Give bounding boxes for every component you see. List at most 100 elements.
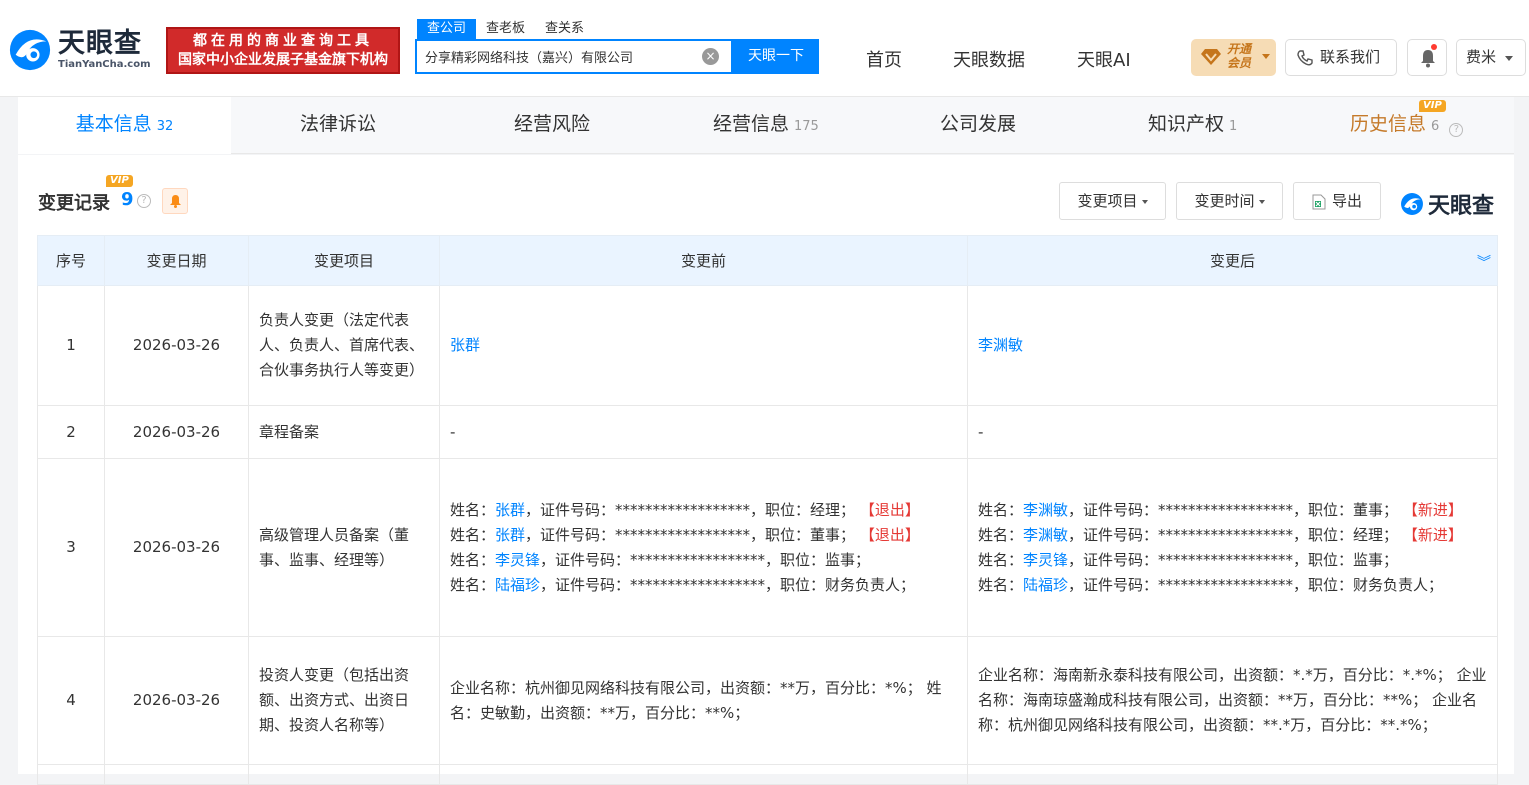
col-header-item: 变更项目 [248, 235, 440, 286]
cell-no: 2 [37, 405, 105, 459]
company-tabs: 基本信息 32 法律诉讼 经营风险 经营信息 175 公司发展 知识产权 1 历史信息… [18, 97, 1514, 154]
user-menu-button[interactable]: 费米 [1456, 39, 1526, 76]
chevron-down-icon [1505, 56, 1513, 61]
filter-label: 变更时间 [1194, 192, 1255, 210]
promo-banner[interactable]: 都在用的商业查询工具 国家中小企业发展子基金旗下机构 [166, 27, 400, 74]
person-line: 姓名：李渊敏，证件号码：******************，职位：经理； 【新… [978, 523, 1487, 548]
cell-after: - [967, 405, 1498, 459]
search-box: × [415, 39, 733, 74]
tab-development[interactable]: 公司发展 [940, 97, 1016, 154]
line-prefix: 姓名： [450, 550, 496, 569]
line-detail: ，证件号码：******************，职位：董事； [1068, 500, 1399, 519]
line-detail: ，证件号码：******************，职位：监事； [540, 550, 871, 569]
table-row: 2 2026-03-26 章程备案 - - [37, 405, 1498, 459]
status-tag: 【退出】 [859, 525, 920, 544]
cell-date: 2026-03-26 [104, 405, 249, 459]
person-link[interactable]: 李渊敏 [1023, 501, 1068, 519]
person-line: 姓名：李渊敏，证件号码：******************，职位：董事； 【新… [978, 498, 1487, 523]
brand-watermark: 天眼查 [1400, 188, 1494, 220]
chevron-down-icon [1141, 199, 1148, 204]
notification-button[interactable] [1407, 39, 1447, 76]
person-link[interactable]: 李灵锋 [495, 551, 540, 569]
vip-open-button[interactable]: 开通 会员 [1191, 39, 1276, 76]
nav-data[interactable]: 天眼数据 [953, 46, 1025, 72]
line-detail: ，证件号码：******************，职位：财务负责人； [1068, 575, 1444, 594]
vip-label-1: 开通 [1227, 42, 1252, 56]
table-row: 1 2026-03-26 负责人变更（法定代表人、负责人、首席代表、合伙事务执行… [37, 285, 1498, 406]
person-line: 姓名：陆福珍，证件号码：******************，职位：财务负责人； [978, 573, 1487, 598]
table-header-row: 序号 变更日期 变更项目 变更前 变更后 ︾ [37, 235, 1498, 286]
tab-label: 基本信息 [75, 113, 152, 135]
tianyancha-logo[interactable]: 天眼查 TianYanCha.com [8, 28, 151, 72]
person-line: 姓名：张群，证件号码：******************，职位：经理； 【退出… [450, 498, 957, 523]
promo-line-2: 国家中小企业发展子基金旗下机构 [178, 52, 388, 68]
bell-icon [1421, 50, 1435, 68]
search-tab-company[interactable]: 查公司 [417, 19, 477, 39]
person-link[interactable]: 陆福珍 [495, 576, 540, 594]
cell-item: 投资人变更（包括出资额、出资方式、出资日期、投资人名称等） [248, 636, 440, 765]
line-prefix: 姓名： [978, 575, 1024, 594]
cell-before: 姓名：张群，证件号码：******************，职位：经理； 【退出… [439, 458, 968, 637]
nav-ai[interactable]: 天眼AI [1077, 46, 1131, 72]
tab-legal[interactable]: 法律诉讼 [300, 97, 376, 154]
bell-icon [170, 195, 181, 208]
collapse-icon[interactable]: ︾ [1477, 252, 1491, 272]
tab-label: 经营信息 [713, 113, 790, 135]
line-detail: ，证件号码：******************，职位：经理； [1068, 525, 1399, 544]
search-type-tabs: 查公司 查老板 查关系 [417, 19, 594, 39]
cell-item: 负责人变更（法定代表人、负责人、首席代表、合伙事务执行人等变更） [248, 285, 440, 406]
person-link[interactable]: 李渊敏 [978, 336, 1023, 354]
person-link[interactable]: 李灵锋 [1023, 551, 1068, 569]
col-header-date: 变更日期 [104, 235, 249, 286]
person-link[interactable]: 张群 [495, 526, 525, 544]
status-tag: 【退出】 [859, 500, 920, 519]
line-detail: ，证件号码：******************，职位：监事； [1068, 550, 1399, 569]
search-tab-boss[interactable]: 查老板 [476, 19, 535, 39]
change-records-table: 序号 变更日期 变更项目 变更前 变更后 ︾ 1 2026-03-26 负责人变… [37, 235, 1498, 785]
tab-history[interactable]: 历史信息 6 ? [1350, 97, 1464, 154]
search-button[interactable]: 天眼一下 [733, 39, 819, 74]
diamond-icon [1201, 49, 1221, 65]
filter-label: 变更项目 [1077, 192, 1138, 210]
search-input[interactable] [425, 41, 695, 72]
person-link[interactable]: 张群 [495, 501, 525, 519]
change-item-filter[interactable]: 变更项目 [1059, 182, 1166, 220]
tab-count: 175 [794, 119, 819, 134]
vip-label-2: 会员 [1227, 56, 1252, 70]
tab-business-risk[interactable]: 经营风险 [514, 97, 590, 154]
cell-date: 2026-03-26 [104, 458, 249, 637]
vip-badge: VIP [1419, 100, 1446, 112]
nav-home[interactable]: 首页 [866, 46, 902, 72]
user-name: 费米 [1466, 48, 1497, 66]
line-detail: ，证件号码：******************，职位：董事； [525, 525, 856, 544]
person-link[interactable]: 李渊敏 [1023, 526, 1068, 544]
logo-eye-icon [1401, 193, 1423, 215]
search-tab-relation[interactable]: 查关系 [535, 19, 594, 39]
person-link[interactable]: 张群 [450, 336, 480, 354]
col-header-after: 变更后 ︾ [967, 235, 1498, 286]
monitor-alert-button[interactable] [162, 188, 188, 214]
status-tag: 【新进】 [1402, 500, 1463, 519]
phone-icon [1297, 50, 1313, 66]
help-icon[interactable]: ? [137, 194, 151, 208]
logo-text-cn: 天眼查 [58, 28, 142, 59]
person-link[interactable]: 陆福珍 [1023, 576, 1068, 594]
chevron-down-icon [1262, 54, 1270, 59]
tab-label: 历史信息 [1350, 113, 1427, 135]
change-records-section: 变更记录 VIP 9 ? 变更项目 变更时间 导出 天眼查 序号 变更日期 变更… [18, 155, 1514, 785]
tab-business-info[interactable]: 经营信息 175 [713, 97, 819, 154]
cell-after: 姓名： 李渊敏，证件号码：******************，职位：董事； 【新… [967, 458, 1498, 637]
cell-before: - [439, 405, 968, 459]
change-time-filter[interactable]: 变更时间 [1176, 182, 1283, 220]
person-line: 姓名：李灵锋，证件号码：******************，职位：监事； [978, 548, 1487, 573]
section-count: 9 [121, 189, 134, 210]
cell-date: 2026-03-26 [104, 285, 249, 406]
tab-basic-info[interactable]: 基本信息 32 [18, 97, 231, 154]
person-line: 姓名：陆福珍，证件号码：******************，职位：财务负责人； [450, 573, 957, 598]
tab-label: 知识产权 [1148, 113, 1225, 135]
clear-icon[interactable]: × [702, 48, 719, 65]
contact-us-button[interactable]: 联系我们 [1285, 39, 1397, 76]
help-icon[interactable]: ? [1449, 123, 1464, 137]
export-button[interactable]: 导出 [1293, 182, 1381, 220]
tab-ip[interactable]: 知识产权 1 [1148, 97, 1237, 154]
